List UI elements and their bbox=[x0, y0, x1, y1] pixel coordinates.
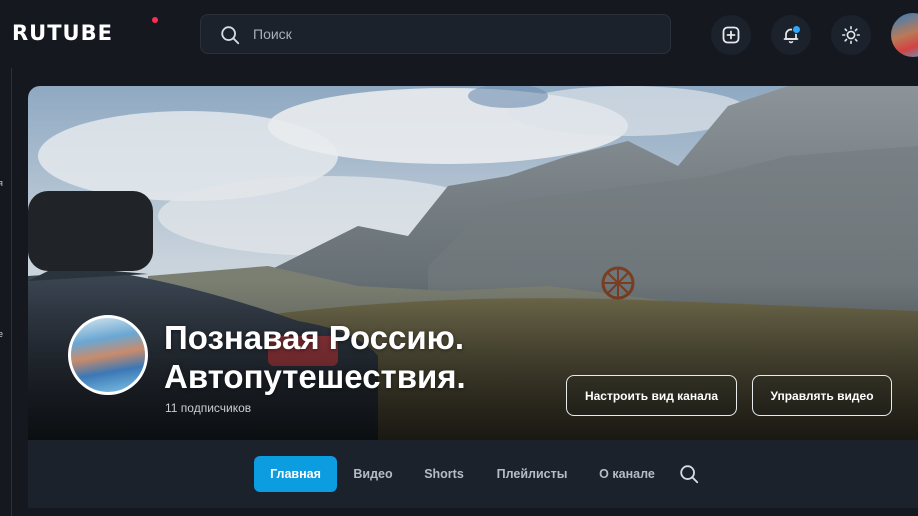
channel-tabs: Главная Видео Shorts Плейлисты О канале bbox=[28, 440, 918, 508]
subscriber-count: 11 подписчиков bbox=[165, 401, 252, 415]
tab-videos[interactable]: Видео bbox=[346, 456, 400, 492]
channel-title: Познавая Россию. Автопутешествия. bbox=[164, 318, 466, 396]
tab-home[interactable]: Главная bbox=[254, 456, 337, 492]
top-header: RUTUBE bbox=[0, 0, 918, 68]
tab-shorts[interactable]: Shorts bbox=[418, 456, 470, 492]
sidebar-label-fragment[interactable]: я bbox=[0, 178, 3, 188]
user-avatar[interactable] bbox=[891, 13, 918, 57]
search-input[interactable] bbox=[253, 15, 653, 53]
notification-badge bbox=[792, 25, 801, 34]
notifications-button[interactable] bbox=[771, 15, 811, 55]
channel-title-line1: Познавая Россию. bbox=[164, 319, 465, 356]
channel-search-icon[interactable] bbox=[678, 463, 700, 485]
customize-channel-button[interactable]: Настроить вид канала bbox=[566, 375, 737, 416]
tab-playlists[interactable]: Плейлисты bbox=[490, 456, 574, 492]
sidebar: я е bbox=[0, 68, 12, 516]
search-icon[interactable] bbox=[219, 24, 241, 46]
tab-about[interactable]: О канале bbox=[592, 456, 662, 492]
logo-dot bbox=[152, 17, 158, 23]
channel-title-line2: Автопутешествия. bbox=[164, 358, 466, 395]
sun-icon bbox=[841, 25, 861, 45]
theme-toggle-button[interactable] bbox=[831, 15, 871, 55]
manage-videos-button[interactable]: Управлять видео bbox=[752, 375, 892, 416]
upload-button[interactable] bbox=[711, 15, 751, 55]
channel-avatar[interactable] bbox=[68, 315, 148, 395]
sidebar-label-fragment[interactable]: е bbox=[0, 329, 3, 339]
search-bar[interactable] bbox=[200, 14, 671, 54]
rutube-logo[interactable]: RUTUBE bbox=[12, 21, 113, 45]
upload-icon bbox=[722, 26, 740, 44]
